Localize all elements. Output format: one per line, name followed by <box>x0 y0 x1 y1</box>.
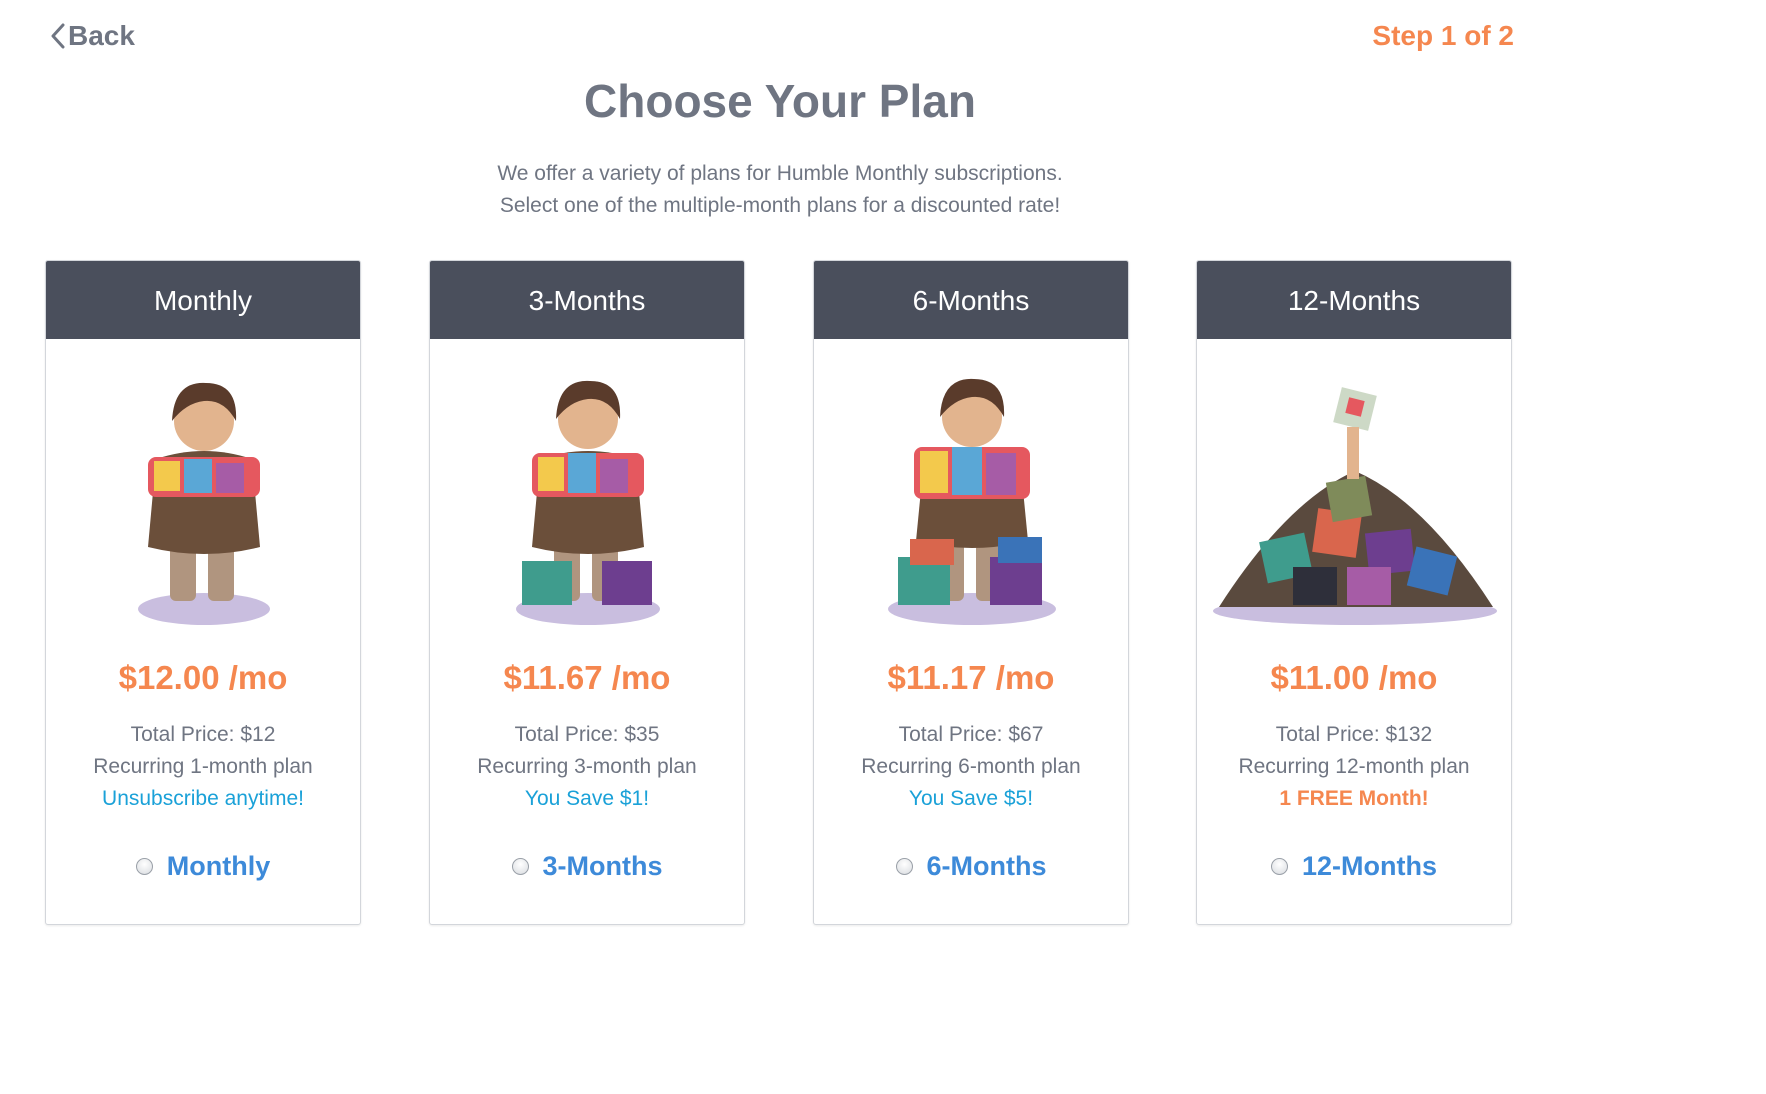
plan-radio-6-months[interactable]: 6-Months <box>814 851 1128 882</box>
plan-card-header: 12-Months <box>1197 261 1511 339</box>
plan-card-6-months[interactable]: 6-Months $11.17 /mo Total Price: $67 Rec… <box>813 260 1129 925</box>
plan-perk: You Save $5! <box>908 787 1034 810</box>
plan-recurring: Recurring 6-month plan <box>861 755 1081 778</box>
subtitle-line-2: Select one of the multiple-month plans f… <box>499 194 1061 217</box>
radio-label[interactable]: 12-Months <box>1302 851 1437 882</box>
step-indicator: Step 1 of 2 <box>1372 20 1514 51</box>
plan-radio-12-months[interactable]: 12-Months <box>1197 851 1511 882</box>
radio-button[interactable] <box>511 858 529 875</box>
plan-perk: Unsubscribe anytime! <box>102 787 304 810</box>
character-holding-games-icon <box>46 361 360 641</box>
plan-details: Total Price: $12 Recurring 1-month plan … <box>46 719 360 815</box>
radio-label[interactable]: 3-Months <box>543 851 663 882</box>
character-with-large-game-stack-icon <box>814 361 1128 641</box>
plan-perk: You Save $1! <box>524 787 650 810</box>
radio-button[interactable] <box>1271 858 1288 875</box>
subtitle-line-1: We offer a variety of plans for Humble M… <box>497 162 1063 185</box>
plan-card-12-months[interactable]: 12-Months $11.00 /mo Total Price: $132 R… <box>1196 260 1512 925</box>
plan-total-price: Total Price: $35 <box>514 723 660 746</box>
plan-card-header: 3-Months <box>430 261 744 339</box>
plan-price: $11.67 /mo <box>503 659 671 696</box>
radio-label[interactable]: 6-Months <box>927 851 1047 882</box>
plan-details: Total Price: $132 Recurring 12-month pla… <box>1197 719 1511 815</box>
plan-card-header: Monthly <box>46 261 360 339</box>
plan-card-monthly[interactable]: Monthly $12.00 /mo Total Price: $12 Recu… <box>45 260 361 925</box>
plan-radio-monthly[interactable]: Monthly <box>46 851 360 882</box>
plan-radio-3-months[interactable]: 3-Months <box>430 851 744 882</box>
plan-total-price: Total Price: $67 <box>898 723 1044 746</box>
plan-selection-page: Back Step 1 of 2 Choose Your Plan We off… <box>0 0 1766 1094</box>
plan-perk: 1 FREE Month! <box>1279 787 1429 810</box>
plan-details: Total Price: $35 Recurring 3-month plan … <box>430 719 744 815</box>
plan-price: $11.17 /mo <box>887 659 1055 696</box>
chevron-left-icon <box>50 23 66 49</box>
page-subtitle: We offer a variety of plans for Humble M… <box>0 158 1560 222</box>
plan-price: $12.00 /mo <box>118 659 288 696</box>
back-link[interactable]: Back <box>50 20 135 52</box>
radio-label[interactable]: Monthly <box>167 851 270 882</box>
plan-total-price: Total Price: $12 <box>130 723 276 746</box>
character-with-game-stack-icon <box>430 361 744 641</box>
plan-total-price: Total Price: $132 <box>1275 723 1433 746</box>
plan-details: Total Price: $67 Recurring 6-month plan … <box>814 719 1128 815</box>
plan-card-header: 6-Months <box>814 261 1128 339</box>
back-label: Back <box>68 20 135 51</box>
page-title: Choose Your Plan <box>584 75 976 127</box>
plan-price: $11.00 /mo <box>1270 659 1438 696</box>
game-pile-icon <box>1197 361 1511 641</box>
plan-recurring: Recurring 12-month plan <box>1238 755 1470 778</box>
radio-button[interactable] <box>895 858 913 875</box>
plan-recurring: Recurring 3-month plan <box>477 755 697 778</box>
radio-button[interactable] <box>135 858 153 875</box>
plan-recurring: Recurring 1-month plan <box>93 755 313 778</box>
plan-card-3-months[interactable]: 3-Months $11.67 /mo Total Price: $35 Rec… <box>429 260 745 925</box>
